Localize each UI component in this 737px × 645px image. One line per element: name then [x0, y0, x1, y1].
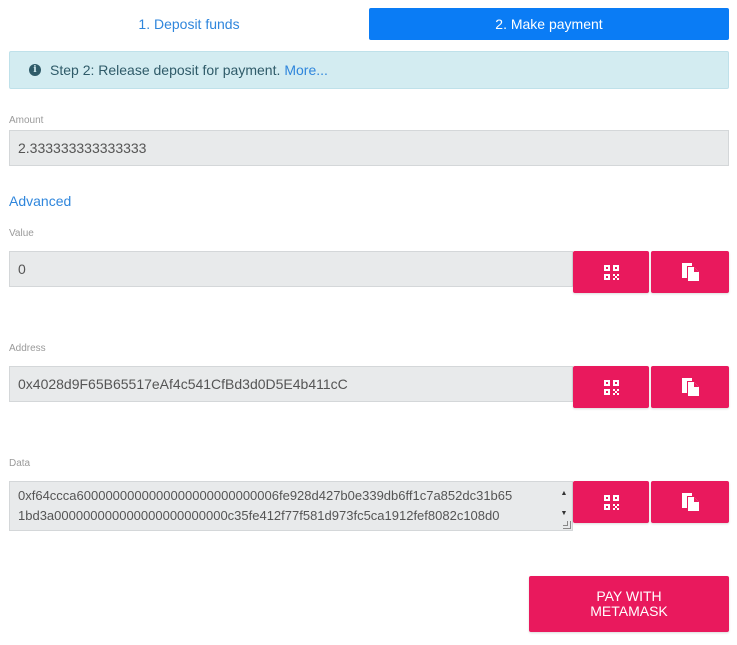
data-qr-button[interactable]: [573, 481, 649, 523]
info-alert: i Step 2: Release deposit for payment. M…: [9, 51, 729, 89]
value-copy-button[interactable]: [651, 251, 729, 293]
advanced-link[interactable]: Advanced: [9, 193, 71, 209]
address-qr-button[interactable]: [573, 366, 649, 408]
resize-handle-icon[interactable]: [563, 521, 571, 529]
scroll-up-icon[interactable]: ▲: [561, 484, 568, 504]
tab-make-payment[interactable]: 2. Make payment: [369, 8, 729, 40]
amount-label: Amount: [9, 115, 44, 126]
address-field[interactable]: 0x4028d9F65B65517eAf4c541CfBd3d0D5E4b411…: [9, 366, 573, 402]
data-copy-button[interactable]: [651, 481, 729, 523]
copy-icon: [681, 263, 699, 281]
address-label: Address: [9, 343, 46, 354]
more-link[interactable]: More...: [284, 62, 328, 78]
value-label: Value: [9, 228, 34, 239]
value-field[interactable]: 0: [9, 251, 573, 287]
copy-icon: [681, 378, 699, 396]
tab-deposit-funds[interactable]: 1. Deposit funds: [9, 8, 369, 40]
qr-code-icon: [603, 379, 619, 395]
info-circle-icon: i: [29, 64, 41, 76]
info-text: Step 2: Release deposit for payment.: [50, 62, 281, 78]
qr-code-icon: [603, 264, 619, 280]
pay-with-metamask-button[interactable]: PAY WITH METAMASK: [529, 576, 729, 632]
data-line-2: 1bd3a000000000000000000000000c35fe412f77…: [18, 508, 500, 523]
data-line-1: 0xf64ccca6000000000000000000000000006fe9…: [18, 488, 513, 503]
textarea-scroll-controls[interactable]: ▲ ▼: [558, 484, 570, 517]
amount-field[interactable]: 2.333333333333333: [9, 130, 729, 166]
qr-code-icon: [603, 494, 619, 510]
data-label: Data: [9, 458, 31, 469]
copy-icon: [681, 493, 699, 511]
value-qr-button[interactable]: [573, 251, 649, 293]
step-tabs: 1. Deposit funds 2. Make payment: [9, 8, 729, 40]
address-copy-button[interactable]: [651, 366, 729, 408]
data-textarea[interactable]: 0xf64ccca6000000000000000000000000006fe9…: [9, 481, 573, 531]
